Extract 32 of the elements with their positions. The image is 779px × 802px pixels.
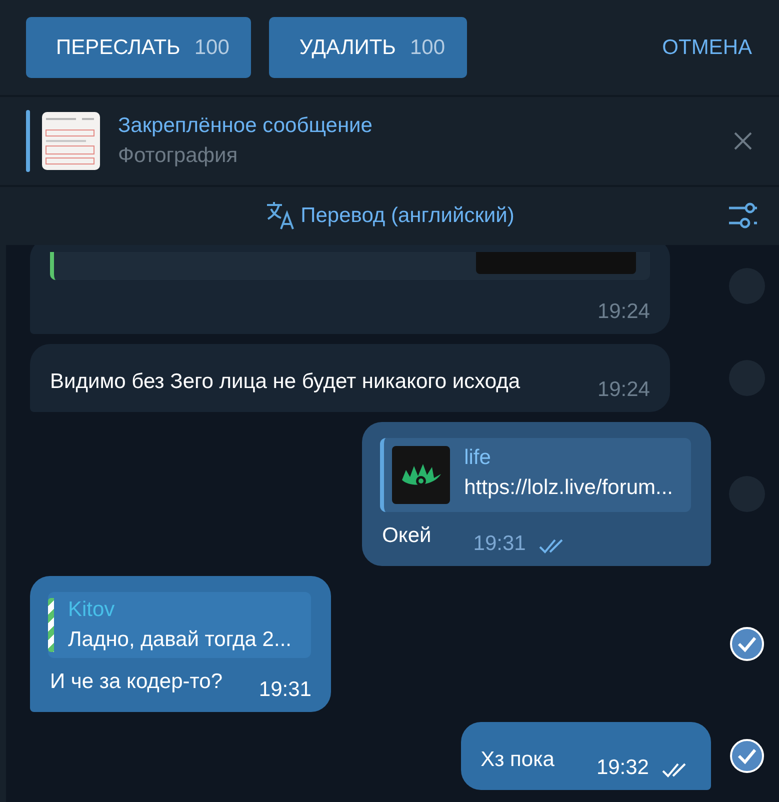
cancel-button[interactable]: ОТМЕНА: [662, 36, 752, 60]
message-bubble[interactable]: Хз пока 19:32: [460, 722, 711, 790]
message-text: Окей: [382, 524, 432, 549]
message-time: 19:31: [258, 678, 312, 702]
link-preview[interactable]: life https://lolz.live/forum...: [380, 438, 691, 512]
action-button[interactable]: УДАЛИТЬ 100: [269, 17, 468, 78]
reply-text: Ладно, давай тогда 2...: [68, 628, 292, 652]
message-text: И че за кодер-то?: [50, 670, 223, 695]
message-bubble[interactable]: Видимо без Зего лица не будет никакого исхода 19:24: [30, 344, 670, 412]
select-checkbox[interactable]: [729, 738, 765, 774]
link-url[interactable]: https://lolz.live/forum...: [464, 476, 673, 500]
message-time: 19:32: [596, 756, 649, 780]
link-title: life: [464, 446, 492, 470]
message-time: 19:24: [597, 378, 650, 402]
message-time: 19:31: [473, 532, 526, 556]
reply-author: Kitov: [68, 598, 116, 622]
pinned-bar[interactable]: Закреплённое сообщение Фотография: [0, 95, 779, 185]
reply-quote[interactable]: Kitov Ладно, давай тогда 2...: [48, 592, 312, 658]
translate-button[interactable]: Перевод (английский): [258, 199, 520, 233]
message-bubble[interactable]: Kitov Ладно, давай тогда 2... И че за кодер-то? 19:31: [30, 576, 332, 712]
pinned-subtitle: Фотография: [118, 144, 239, 168]
message-bubble[interactable]: life https://lolz.live/forum... Окей 19:31: [362, 422, 711, 566]
select-checkbox[interactable]: [729, 626, 765, 662]
pinned-title: Закреплённое сообщение: [118, 114, 374, 138]
close-icon[interactable]: [733, 131, 753, 151]
eye-logo-icon: [392, 446, 450, 504]
message-time: 19:24: [597, 300, 650, 324]
message-text: Хз пока: [480, 748, 554, 773]
message-bubble[interactable]: 19:24: [30, 245, 670, 334]
action-button[interactable]: ПЕРЕСЛАТЬ 100: [26, 17, 252, 78]
message-text: Видимо без Зего лица не будет никакого исхода: [50, 370, 520, 395]
translate-icon: [264, 200, 297, 232]
